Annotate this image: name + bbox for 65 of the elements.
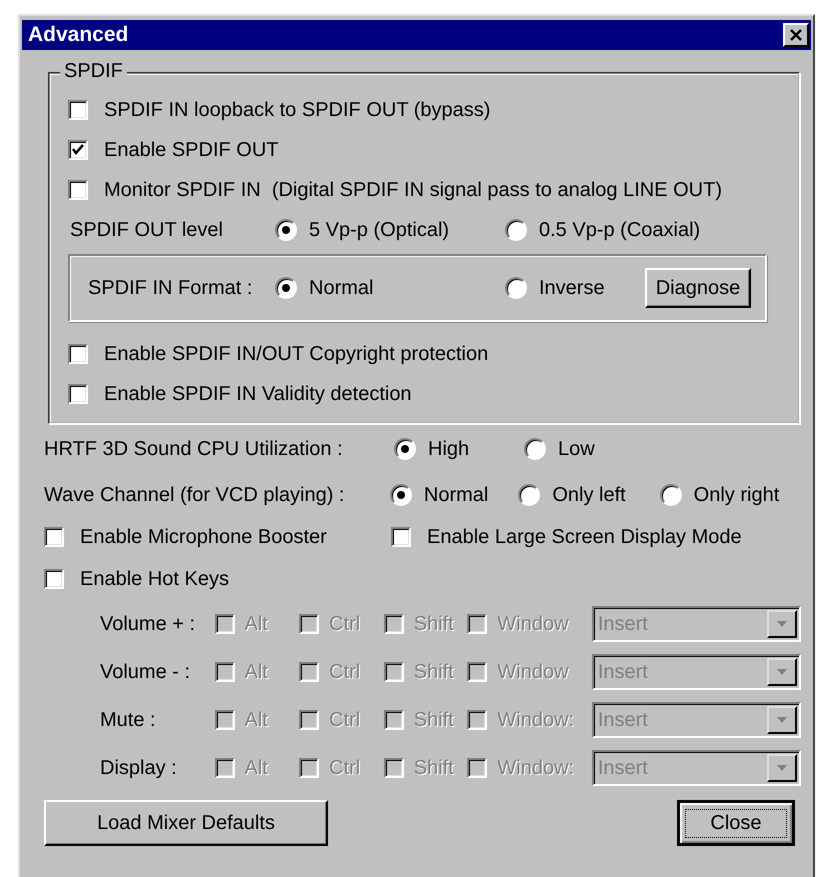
checkbox-label: Enable SPDIF IN Validity detection (104, 382, 412, 406)
checkbox[interactable] (44, 527, 64, 547)
radio-label: Normal (309, 276, 374, 300)
checkbox[interactable] (391, 527, 411, 547)
checkbox-label: Ctrl (329, 612, 360, 636)
checkbox-label: Enable SPDIF IN/OUT Copyright protection (104, 342, 488, 366)
radio-button[interactable] (390, 484, 412, 506)
checkbox-label: Ctrl (329, 708, 360, 732)
checkbox-label: Ctrl (329, 756, 360, 780)
radio-button[interactable] (518, 484, 540, 506)
close-button[interactable] (783, 23, 809, 47)
hotkey-label: Volume - : (100, 660, 192, 684)
checkbox-label: Alt (244, 612, 268, 636)
hotkey-label: Mute : (100, 708, 157, 732)
checkbox-label: SPDIF IN loopback to SPDIF OUT (bypass) (104, 98, 490, 122)
checkbox-label: Monitor SPDIF IN (Digital SPDIF IN signal pass to analog LINE OUT) (104, 178, 722, 202)
checkbox-label: Shift (414, 756, 454, 780)
checkbox-label: Shift (414, 660, 454, 684)
radio-label: Only right (694, 484, 780, 506)
checkbox[interactable] (68, 344, 88, 364)
radio-label: Only left (552, 484, 626, 506)
radio-label: 5 Vp-p (Optical) (309, 218, 450, 242)
window-title: Advanced (28, 23, 128, 47)
hotkey-label: Volume + : (100, 612, 196, 636)
checkbox-label: Ctrl (329, 660, 360, 684)
radio-button[interactable] (394, 438, 416, 460)
checkbox[interactable] (68, 180, 88, 200)
checkbox-label: Shift (414, 708, 454, 732)
radio-label: Low (558, 438, 595, 460)
checkbox-label: Shift (414, 612, 454, 636)
checkbox-label: Alt (244, 660, 268, 684)
field-label: SPDIF OUT level (70, 218, 224, 242)
radio-label: 0.5 Vp-p (Coaxial) (539, 218, 700, 242)
load-defaults-button[interactable]: Load Mixer Defaults (44, 800, 328, 846)
field-label: Wave Channel (for VCD playing) : (44, 484, 346, 506)
hotkey-label: Display : (100, 756, 178, 780)
checkbox-label: Alt (244, 756, 268, 780)
radio-label: High (428, 438, 470, 460)
radio-label: Inverse (539, 276, 605, 300)
checkbox[interactable] (68, 100, 88, 120)
checkbox-label: Enable Hot Keys (80, 568, 229, 590)
radio-button[interactable] (524, 438, 546, 460)
checkbox-label: Window: (497, 708, 574, 732)
radio-button[interactable] (275, 219, 297, 241)
checkbox-label: Alt (244, 708, 268, 732)
checkbox[interactable] (68, 140, 88, 160)
checkbox[interactable] (44, 569, 64, 589)
checkbox-label: Enable Large Screen Display Mode (427, 526, 742, 548)
checkbox-label: Enable SPDIF OUT (104, 138, 279, 162)
close-icon (788, 28, 804, 42)
radio-button[interactable] (660, 484, 682, 506)
field-label: SPDIF IN Format : (88, 276, 254, 300)
radio-button[interactable] (275, 277, 297, 299)
checkbox[interactable] (68, 384, 88, 404)
checkbox-label: Window (497, 612, 569, 636)
check-icon (71, 143, 85, 157)
checkbox-label: Enable Microphone Booster (80, 526, 327, 548)
field-label: HRTF 3D Sound CPU Utilization : (44, 438, 344, 460)
radio-button[interactable] (505, 219, 527, 241)
close-dialog-button[interactable]: Close (677, 800, 795, 846)
radio-label: Normal (424, 484, 488, 506)
diagnose-button[interactable]: Diagnose (645, 268, 751, 308)
checkbox-label: Window (497, 660, 569, 684)
radio-button[interactable] (505, 277, 527, 299)
checkbox-label: Window: (497, 756, 574, 780)
